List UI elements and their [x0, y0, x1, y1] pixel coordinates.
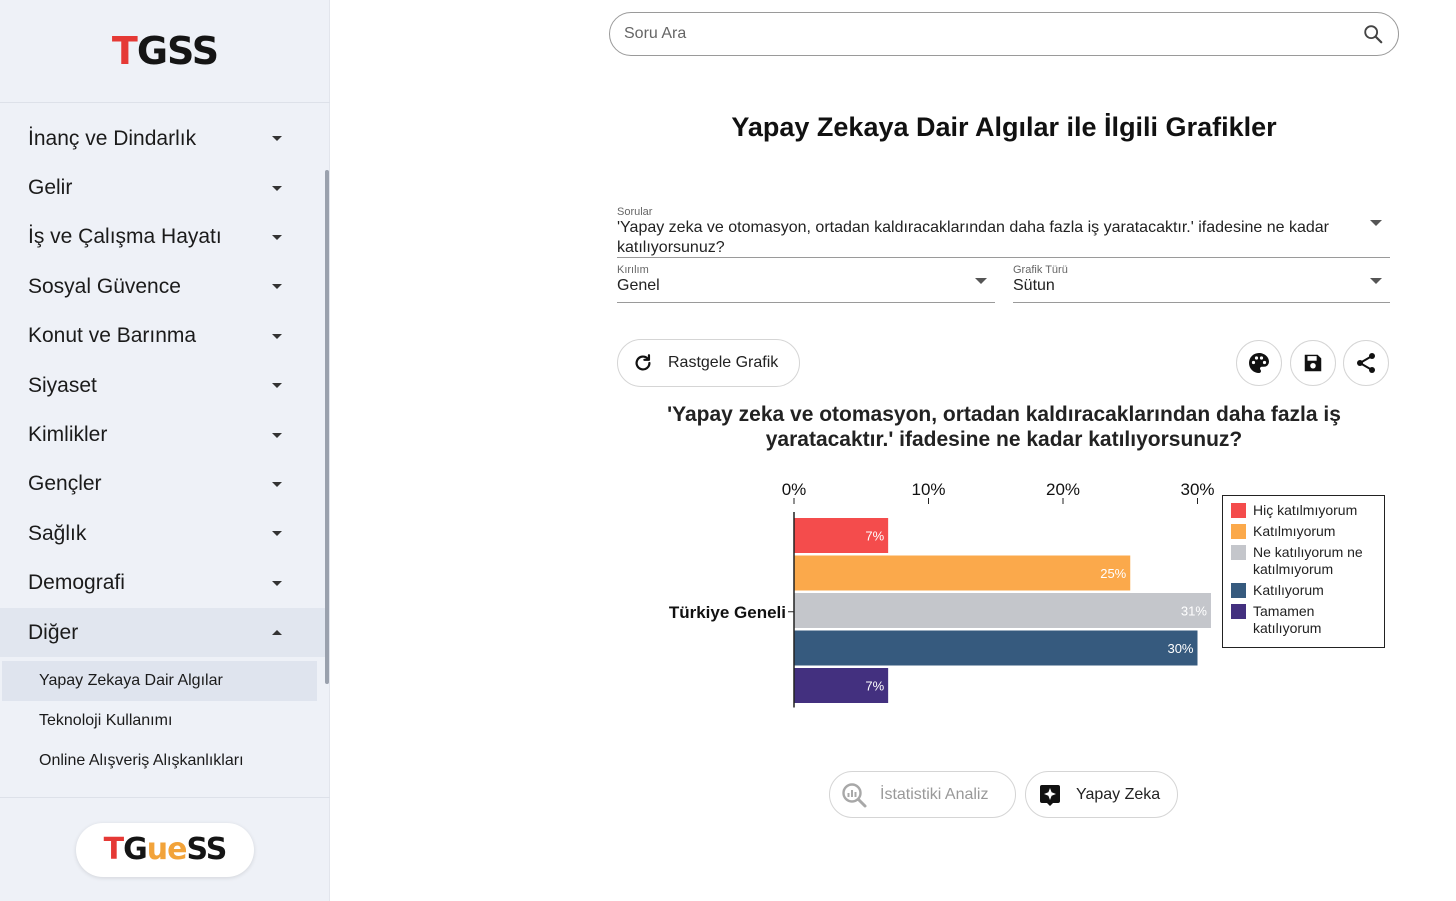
analytics-search-icon [842, 782, 867, 807]
legend-item[interactable]: Katılmıyorum [1231, 523, 1376, 540]
statistical-analysis-label: İstatistiki Analiz [880, 785, 989, 803]
sidebar-item-is[interactable]: İş ve Çalışma Hayatı [0, 213, 326, 262]
sidebar-item-diger[interactable]: Diğer [0, 607, 326, 658]
chart-type-label: Grafik Türü [1013, 264, 1068, 276]
sidebar-item-sosyal[interactable]: Sosyal Güvence [0, 262, 326, 311]
legend-item[interactable]: Katılıyorum [1231, 582, 1376, 599]
page-title: Yapay Zekaya Dair Algılar ile İlgili Gra… [731, 112, 1277, 142]
legend-swatch [1231, 583, 1246, 598]
caret-down-icon [272, 580, 282, 586]
sidebar-item-gelir[interactable]: Gelir [0, 163, 326, 212]
sidebar-item-demografi[interactable]: Demografi [0, 559, 326, 608]
bar-data-label: 31% [1181, 604, 1207, 619]
sidebar-scrollbar[interactable] [325, 170, 329, 684]
x-tick-label: 20% [1046, 480, 1080, 499]
caret-down-icon [272, 284, 282, 290]
breakdown-value: Genel [617, 277, 660, 294]
caret-down-icon [272, 234, 282, 240]
bar-chart: 0% 10% 20% 30% 7% 25% 31% 30% 7% Türkiye Geneli [669, 480, 1215, 708]
search-bar [609, 12, 1399, 56]
x-tick-label: 0% [782, 480, 807, 499]
sidebar-menu: İnanç ve Dindarlık Gelir İş ve Çalışma H… [0, 114, 326, 781]
bar-3[interactable] [794, 593, 1211, 628]
x-tick-label: 10% [911, 480, 945, 499]
legend-swatch [1231, 545, 1246, 560]
breakdown-select[interactable]: Kırılım Genel [617, 264, 995, 303]
caret-down-icon [272, 383, 282, 389]
questions-select[interactable]: Sorular 'Yapay zeka ve otomasyon, ortada… [617, 206, 1390, 258]
caret-down-icon [272, 432, 282, 438]
chart-legend: Hiç katılmıyorum Katılmıyorum Ne katılıyor… [1222, 495, 1385, 648]
sidebar: TGSS İnanç ve Dindarlık Gelir İş ve Çalı… [0, 0, 330, 901]
ai-button-label: Yapay Zeka [1076, 785, 1161, 803]
legend-label: Tamamen katılıyorum [1253, 603, 1322, 636]
chart-type-select[interactable]: Grafik Türü Sütun [1013, 264, 1390, 303]
statistical-analysis-button[interactable]: İstatistiki Analiz [829, 771, 1016, 818]
sidebar-item-inanc[interactable]: İnanç ve Dindarlık [0, 114, 326, 163]
caret-down-icon [272, 333, 282, 339]
save-button[interactable] [1290, 340, 1336, 386]
questions-label: Sorular [617, 206, 653, 218]
ai-button[interactable]: Yapay Zeka [1025, 771, 1178, 818]
caret-up-icon [272, 630, 282, 636]
legend-swatch [1231, 524, 1246, 539]
sidebar-submenu-diger: Yapay Zekaya Dair Algılar Teknoloji Kull… [0, 661, 326, 781]
chart-type-value: Sütun [1013, 277, 1055, 294]
refresh-icon [635, 354, 651, 371]
legend-label: Ne katılıyorum ne katılmıyorum [1253, 544, 1363, 577]
legend-swatch [1231, 503, 1246, 518]
bar-data-label: 7% [865, 679, 884, 694]
x-tick-label: 30% [1180, 480, 1214, 499]
caret-down-icon [272, 481, 282, 487]
caret-down-icon [272, 136, 282, 142]
bar-2[interactable] [794, 555, 1131, 591]
legend-item[interactable]: Tamamen katılıyorum [1231, 603, 1376, 637]
legend-item[interactable]: Ne katılıyorum ne katılmıyorum [1231, 544, 1376, 578]
legend-item[interactable]: Hiç katılmıyorum [1231, 502, 1376, 519]
random-chart-button[interactable]: Rastgele Grafik [617, 339, 800, 387]
tgeuss-logo[interactable]: T Gue SS [76, 822, 254, 877]
sidebar-item-saglik[interactable]: Sağlık [0, 509, 326, 558]
caret-down-icon [272, 185, 282, 191]
sidebar-subitem-yapay-zeka[interactable]: Yapay Zekaya Dair Algılar [2, 661, 317, 702]
save-icon [1304, 354, 1322, 372]
search-input[interactable] [624, 25, 1362, 43]
sidebar-item-siyaset[interactable]: Siyaset [0, 361, 326, 410]
legend-label: Katılıyorum [1253, 582, 1324, 598]
palette-button[interactable] [1236, 340, 1282, 386]
logo-area: TGSS [0, 0, 330, 103]
sidebar-subitem-online-alisveris[interactable]: Online Alışveriş Alışkanlıkları [2, 741, 317, 781]
caret-down-icon [272, 531, 282, 537]
breakdown-label: Kırılım [617, 264, 649, 276]
y-category-label: Türkiye Geneli [669, 603, 786, 622]
sidebar-subitem-teknoloji[interactable]: Teknoloji Kullanımı [2, 701, 317, 741]
sidebar-item-gencler[interactable]: Gençler [0, 460, 326, 509]
ai-sparkle-icon [1040, 784, 1060, 806]
sidebar-item-konut[interactable]: Konut ve Barınma [0, 312, 326, 361]
chevron-down-icon [975, 278, 987, 284]
legend-label: Katılmıyorum [1253, 523, 1336, 539]
sidebar-item-kimlikler[interactable]: Kimlikler [0, 410, 326, 459]
share-button[interactable] [1343, 340, 1389, 386]
sidebar-footer: T Gue SS [0, 797, 330, 901]
search-icon[interactable] [1362, 23, 1384, 45]
chart-title: 'Yapay zeka ve otomasyon, ortadan kaldır… [667, 403, 1341, 451]
share-icon [1357, 353, 1375, 373]
questions-value: 'Yapay zeka ve otomasyon, ortadan kaldır… [617, 219, 1330, 256]
legend-label: Hiç katılmıyorum [1253, 502, 1358, 518]
bar-data-label: 7% [865, 529, 884, 544]
tgss-logo[interactable]: TGSS [112, 29, 219, 73]
bar-4[interactable] [794, 630, 1198, 666]
chevron-down-icon [1370, 220, 1382, 226]
palette-icon [1249, 353, 1269, 373]
bar-data-label: 25% [1100, 566, 1126, 581]
chevron-down-icon [1370, 278, 1382, 284]
bar-data-label: 30% [1167, 641, 1193, 656]
legend-swatch [1231, 604, 1246, 619]
random-chart-label: Rastgele Grafik [668, 354, 779, 371]
